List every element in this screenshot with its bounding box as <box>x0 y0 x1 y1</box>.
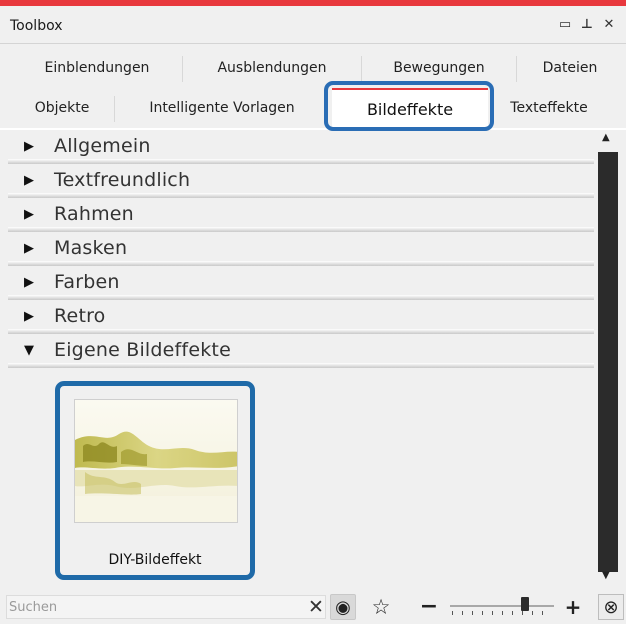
close-icon[interactable]: ✕ <box>600 16 618 34</box>
category-eigene-bildeffekte[interactable]: ▼ Eigene Bildeffekte <box>8 334 594 368</box>
category-label: Retro <box>54 305 106 327</box>
expand-arrow-icon: ▶ <box>24 309 34 324</box>
category-label: Eigene Bildeffekte <box>54 339 231 361</box>
effect-thumbnail <box>74 399 238 523</box>
expand-arrow-icon: ▶ <box>24 173 34 188</box>
search-box: ✕ <box>6 595 326 619</box>
scroll-down-icon[interactable]: ▼ <box>602 570 610 581</box>
effect-item-diy[interactable]: DIY-Bildeffekt <box>55 381 255 580</box>
category-masken[interactable]: ▶ Masken <box>8 232 594 266</box>
zoom-in-icon[interactable]: + <box>560 594 586 620</box>
scroll-up-icon[interactable]: ▲ <box>602 132 610 143</box>
zoom-track <box>450 605 554 607</box>
divider <box>8 363 594 368</box>
pin-icon[interactable]: ⊥ <box>578 16 596 34</box>
star-icon[interactable]: ☆ <box>368 594 394 620</box>
tab-dateien[interactable]: Dateien <box>517 48 623 88</box>
zoom-out-icon[interactable]: − <box>416 594 442 620</box>
tab-bewegungen[interactable]: Bewegungen <box>362 48 516 88</box>
expand-arrow-icon: ▶ <box>24 139 34 154</box>
zoom-handle[interactable] <box>521 597 529 611</box>
search-input[interactable] <box>9 598 289 616</box>
tab-texteffekte[interactable]: Texteffekte <box>494 88 604 128</box>
category-label: Rahmen <box>54 203 134 225</box>
expand-arrow-icon: ▶ <box>24 275 34 290</box>
zoom-slider[interactable] <box>450 595 554 619</box>
tab-row-bottom: Objekte Intelligente Vorlagen Bildeffekt… <box>0 88 626 128</box>
effect-caption: DIY-Bildeffekt <box>108 552 202 568</box>
maximize-icon[interactable]: ▭ <box>556 16 574 34</box>
category-label: Textfreundlich <box>54 169 191 191</box>
tab-intelligente-vorlagen[interactable]: Intelligente Vorlagen <box>115 88 329 128</box>
category-label: Masken <box>54 237 128 259</box>
toolbox-panel: Toolbox ▭ ⊥ ✕ Einblendungen Ausblendunge… <box>0 0 626 624</box>
expand-arrow-icon: ▶ <box>24 241 34 256</box>
zoom-ticks <box>452 611 552 615</box>
category-label: Farben <box>54 271 120 293</box>
bottom-toolbar: ✕ ◉ ☆ − + ⊗ <box>0 590 626 624</box>
title-bar: Toolbox ▭ ⊥ ✕ <box>0 6 626 44</box>
expand-arrow-icon: ▶ <box>24 207 34 222</box>
collapse-arrow-icon: ▼ <box>24 343 34 358</box>
tab-row-top: Einblendungen Ausblendungen Bewegungen D… <box>0 48 626 88</box>
category-farben[interactable]: ▶ Farben <box>8 266 594 300</box>
tab-objekte[interactable]: Objekte <box>10 88 114 128</box>
tab-einblendungen[interactable]: Einblendungen <box>12 48 182 88</box>
window-title: Toolbox <box>10 18 63 34</box>
category-textfreundlich[interactable]: ▶ Textfreundlich <box>8 164 594 198</box>
effect-preview-image <box>75 400 237 522</box>
category-allgemein[interactable]: ▶ Allgemein <box>8 130 594 164</box>
eye-icon[interactable]: ◉ <box>330 594 356 620</box>
tab-bildeffekte[interactable]: Bildeffekte <box>332 88 488 128</box>
category-label: Allgemein <box>54 135 151 157</box>
category-retro[interactable]: ▶ Retro <box>8 300 594 334</box>
tab-ausblendungen[interactable]: Ausblendungen <box>183 48 361 88</box>
vertical-scrollbar[interactable]: ▲ ▼ <box>594 130 624 590</box>
category-rahmen[interactable]: ▶ Rahmen <box>8 198 594 232</box>
scroll-thumb[interactable] <box>598 152 618 572</box>
zoom-fit-icon[interactable]: ⊗ <box>598 594 624 620</box>
clear-search-icon[interactable]: ✕ <box>305 596 327 618</box>
